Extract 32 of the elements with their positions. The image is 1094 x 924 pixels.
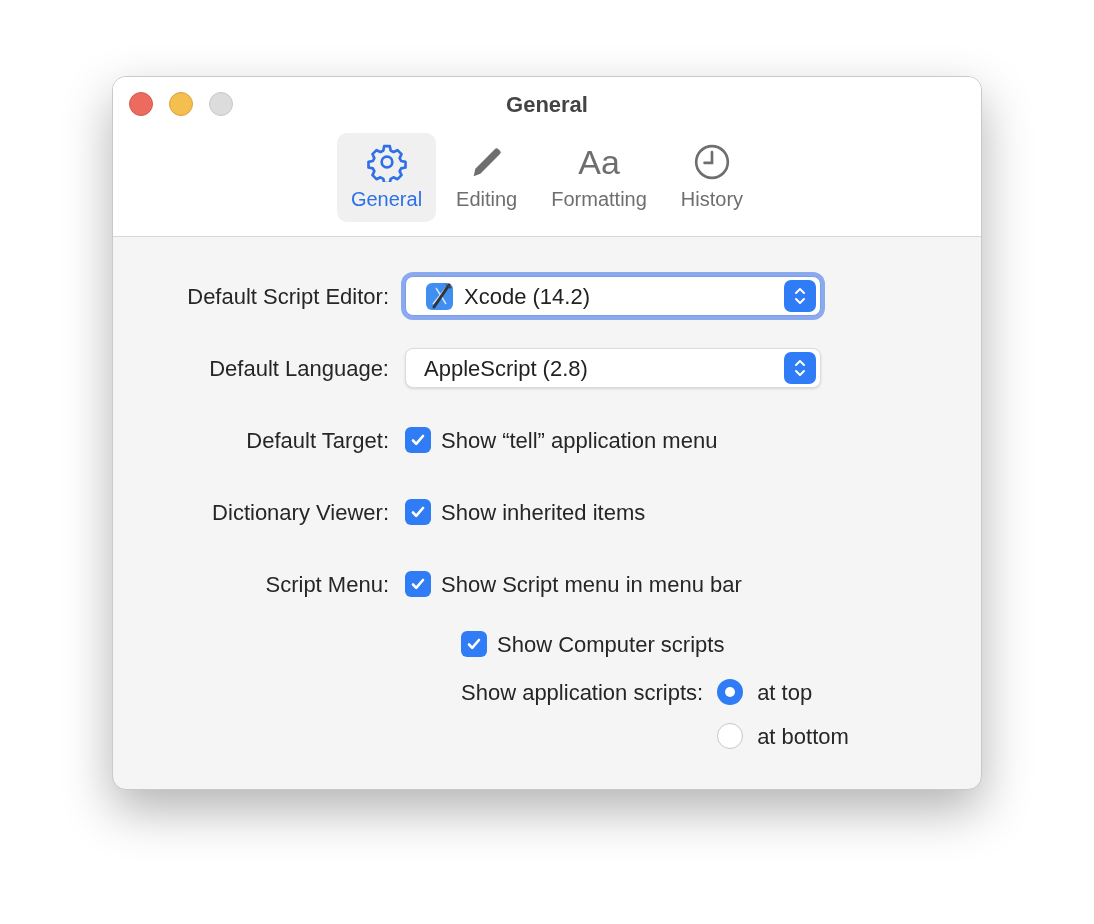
checkbox[interactable] [405,427,431,453]
stepper-arrows-icon [784,352,816,384]
radio-button[interactable] [717,679,744,705]
text-format-icon: Aa [578,141,620,182]
checkbox-label: Show “tell” application menu [441,426,718,455]
checkbox[interactable] [461,631,487,657]
minimize-button[interactable] [169,92,193,116]
radio-group-label: Show application scripts: [461,678,704,707]
checkbox-label: Show inherited items [441,498,646,527]
checkbox-label: Show Script menu in menu bar [441,570,742,599]
setting-label: Dictionary Viewer: [212,499,389,525]
setting-label: Default Target: [246,427,389,453]
checkbox[interactable] [405,499,431,525]
checkbox-label: Show Computer scripts [497,630,725,659]
radio-label: at bottom [757,722,849,751]
toolbar-tab[interactable]: History [666,133,758,222]
radio-button[interactable] [717,723,744,749]
window-title: General [506,90,588,119]
checkbox[interactable] [405,571,431,597]
popup-value: Xcode (14.2) [464,282,591,311]
setting-label: Script Menu: [265,571,389,597]
toolbar-tab[interactable]: Aa Formatting [537,133,661,222]
setting-label: Default Script Editor: [187,283,389,309]
popup-button[interactable]: AppleScript (2.8) [405,348,821,388]
close-button[interactable] [129,92,153,116]
toolbar-tab[interactable]: General [336,133,437,222]
popup-value: AppleScript (2.8) [424,354,589,383]
app-icon [424,280,456,312]
radio-label: at top [757,678,813,707]
setting-label: Default Language: [209,355,389,381]
toolbar-tab[interactable]: Editing [442,133,532,222]
stepper-arrows-icon [784,280,816,312]
